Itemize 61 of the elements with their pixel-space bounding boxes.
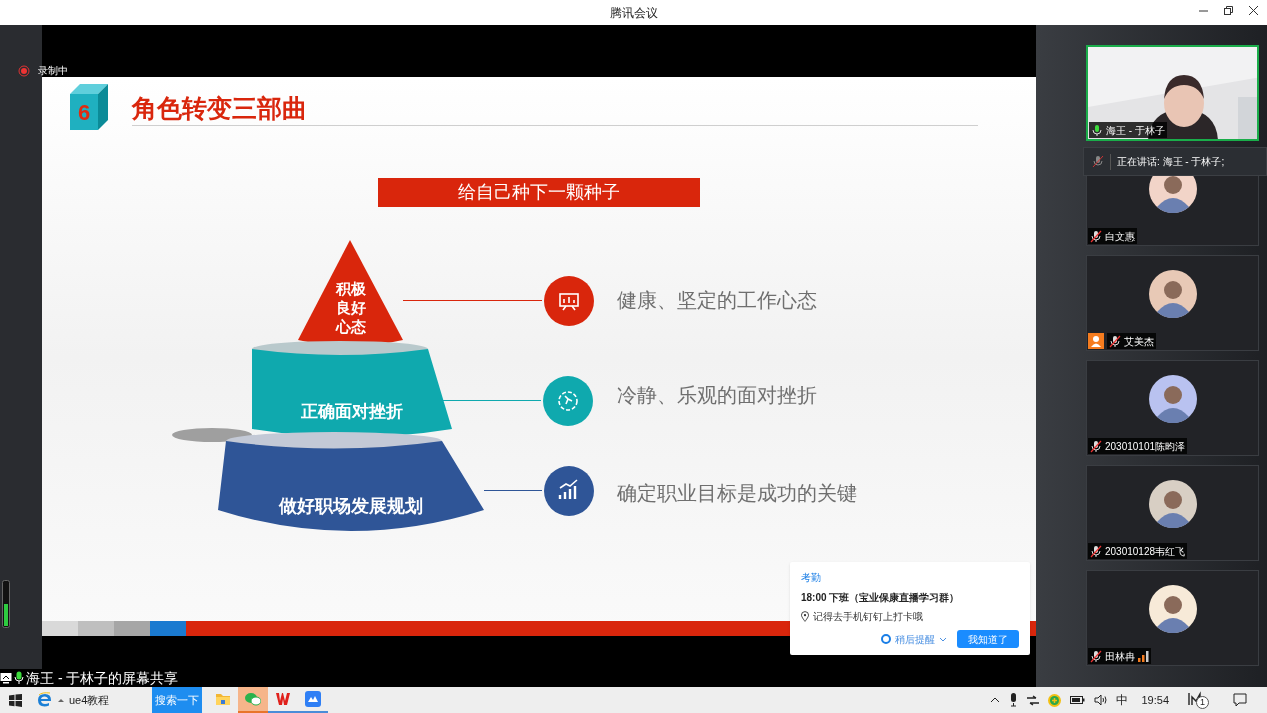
- plus-badge-icon[interactable]: [1048, 693, 1062, 707]
- close-icon[interactable]: [1248, 5, 1259, 16]
- participant-name: 海王 - 于林子: [1106, 123, 1165, 138]
- cloud-icon: [305, 691, 321, 707]
- clock-text[interactable]: 19:54: [1141, 691, 1169, 709]
- record-icon: [18, 64, 30, 77]
- tier-label: 正确面对挫折: [300, 401, 404, 423]
- chevron-up-icon[interactable]: [990, 696, 1001, 704]
- message-icon[interactable]: [1233, 693, 1247, 707]
- leader-line: [484, 490, 542, 491]
- mic-level-icon: [2, 580, 10, 628]
- share-label: 海王 - 于林子的屏幕共享: [26, 671, 179, 685]
- window-title: 腾讯会议: [609, 4, 658, 22]
- point-text: 确定职业目标是成功的关键: [617, 481, 857, 506]
- tier-label: 积极良好心态: [334, 280, 367, 337]
- person-icon: [1088, 333, 1104, 349]
- restore-icon[interactable]: [1223, 5, 1234, 16]
- slide-title: 角色转变三部曲: [132, 93, 307, 124]
- avatar: [1149, 585, 1197, 633]
- speaking-text: 正在讲话: 海王 - 于林子;: [1117, 155, 1225, 169]
- participant-name: 田林冉: [1105, 649, 1135, 664]
- transfer-icon[interactable]: [1027, 694, 1040, 706]
- participant-name: 白文惠: [1105, 229, 1135, 244]
- mic-icon: [14, 671, 24, 685]
- ring-icon: [881, 634, 891, 644]
- avatar: [1149, 480, 1197, 528]
- taskbar-button[interactable]: ue4教程: [31, 687, 152, 713]
- notification-title: 18:00 下班（宝业保康直播学习群）: [801, 591, 961, 605]
- caret-icon: [57, 696, 65, 704]
- chat-icon: [245, 691, 261, 707]
- participant-name: 203010101陈昀泽: [1105, 439, 1186, 454]
- caret-icon: [939, 635, 947, 643]
- browser-icon: [37, 692, 53, 708]
- chart-icon: [543, 465, 595, 517]
- notification-location: 记得去手机钉钉上打卡哦: [813, 610, 923, 624]
- ime-indicator[interactable]: 中: [1116, 691, 1129, 709]
- muted-mic-icon: [1092, 155, 1104, 168]
- participant-name: 203010128韦红飞: [1105, 544, 1186, 559]
- tier-label: 做好职场发展规划: [277, 495, 424, 518]
- notification-category: 考勤: [801, 571, 822, 585]
- point-text: 健康、坚定的工作心态: [617, 288, 817, 313]
- notice-count: 1: [1196, 696, 1209, 709]
- snooze-button[interactable]: 稍后提醒: [881, 631, 947, 647]
- chart-icon: [543, 275, 595, 327]
- gear-icon: [542, 375, 594, 427]
- slide-banner: 给自己种下一颗种子: [378, 178, 700, 207]
- windows-start-icon[interactable]: [9, 693, 22, 707]
- signal-icon: [1138, 650, 1149, 662]
- location-icon: [801, 611, 809, 622]
- participant-name: 艾美杰: [1124, 334, 1154, 349]
- battery-icon[interactable]: [1070, 696, 1086, 704]
- slide-number: 6: [76, 99, 92, 127]
- speaker-icon[interactable]: [1094, 694, 1108, 706]
- taskbar-app[interactable]: [238, 687, 268, 713]
- avatar: [1149, 270, 1197, 318]
- avatar: [1149, 375, 1197, 423]
- recording-label: 录制中: [38, 64, 68, 78]
- document-icon: [275, 691, 291, 707]
- point-text: 冷静、乐观的面对挫折: [617, 383, 817, 408]
- folder-icon: [215, 691, 231, 707]
- microphone-icon[interactable]: [1009, 693, 1019, 707]
